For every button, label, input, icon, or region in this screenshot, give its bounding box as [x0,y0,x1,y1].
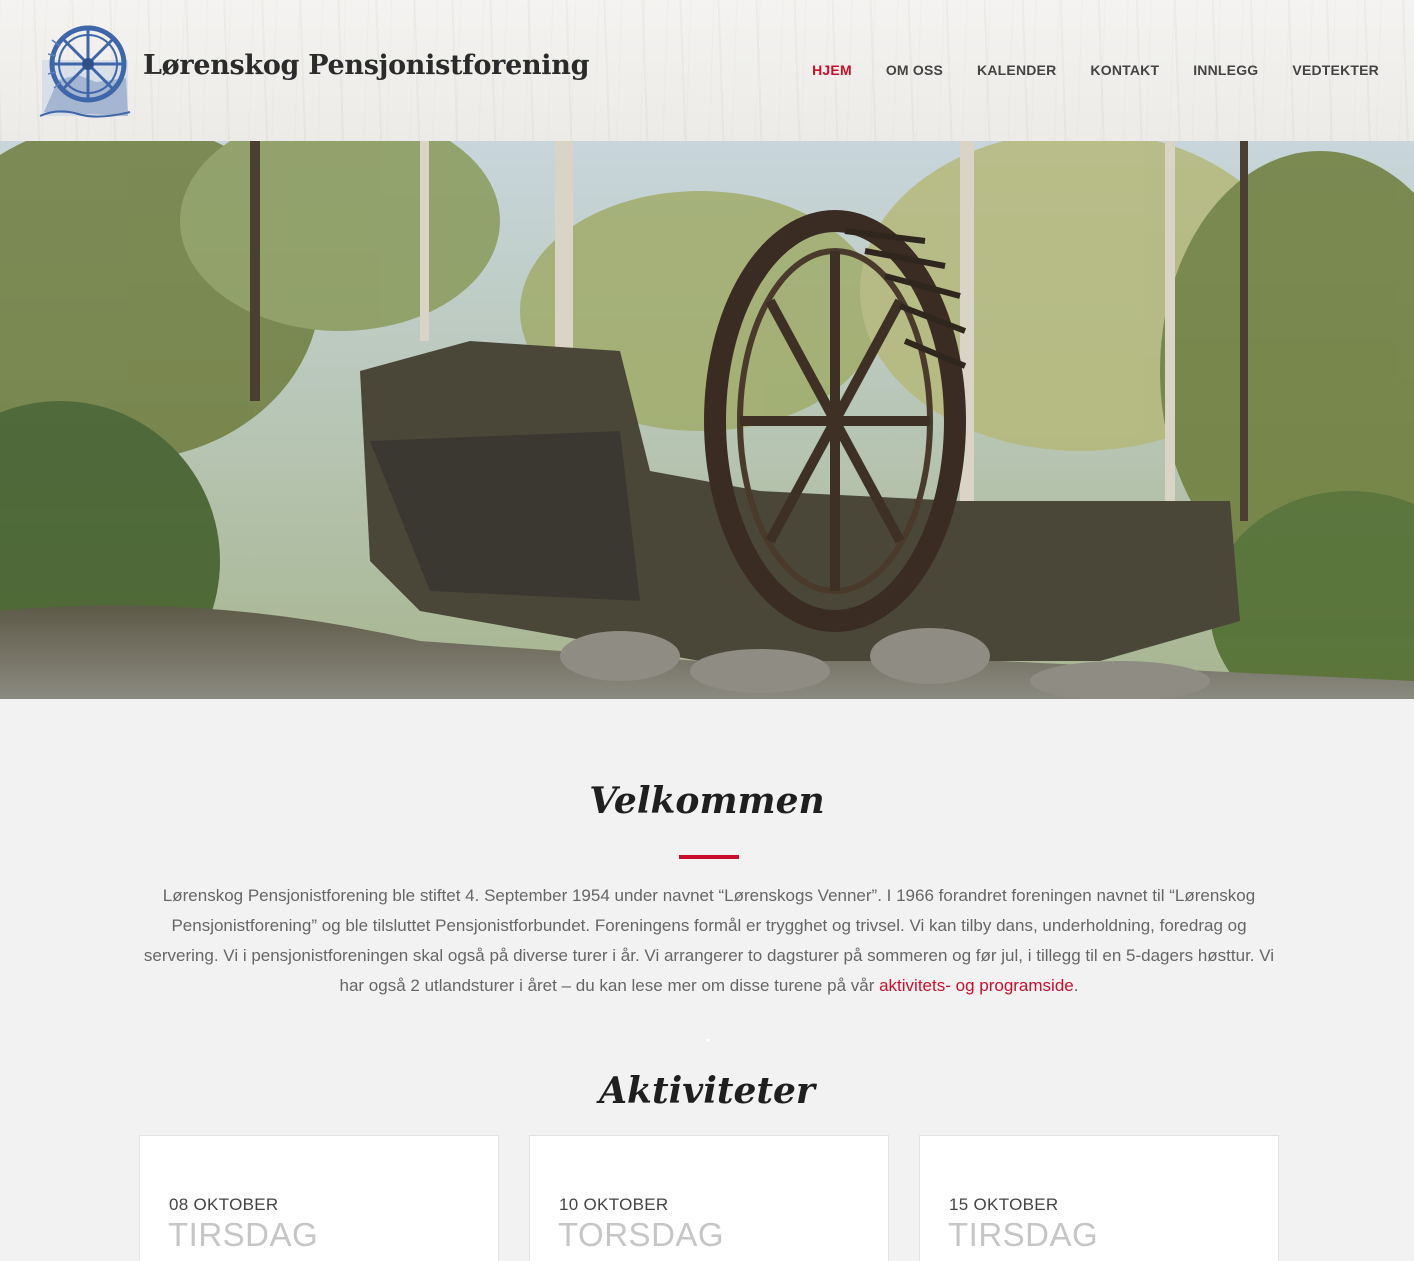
welcome-text-body: Lørenskog Pensjonistforening ble stiftet… [143,886,1275,995]
hero-image [0,141,1414,699]
activity-day: TORSDAG [558,1216,725,1253]
nav-item-om-oss[interactable]: OM OSS [886,62,943,78]
nav-item-kontakt[interactable]: KONTAKT [1090,62,1159,78]
site-header: Lørenskog Pensjonistforening HJEM OM OSS… [0,0,1414,141]
main-nav: HJEM OM OSS KALENDER KONTAKT INNLEGG VED… [778,62,1379,78]
activity-date: 10 OKTOBER [559,1195,669,1214]
activity-card[interactable]: 15 OKTOBER TIRSDAG [919,1135,1279,1261]
activity-day: TIRSDAG [168,1216,319,1253]
water-wheel-logo-icon[interactable] [38,20,132,120]
activity-date: 15 OKTOBER [949,1195,1059,1214]
site-title[interactable]: Lørenskog Pensjonistforening [143,50,589,81]
nav-item-vedtekter[interactable]: VEDTEKTER [1292,62,1379,78]
activity-card[interactable]: 10 OKTOBER TORSDAG [529,1135,889,1261]
activity-date: 08 OKTOBER [169,1195,279,1214]
welcome-heading: Velkommen [589,780,825,822]
activities-heading: Aktiviteter [599,1070,815,1112]
heading-divider [679,855,739,859]
welcome-text-end: . [1073,976,1079,995]
separator-dot [706,1039,710,1042]
nav-item-innlegg[interactable]: INNLEGG [1193,62,1258,78]
water-wheel-photo [0,141,1414,699]
program-page-link[interactable]: aktivitets- og programside [879,976,1074,995]
activity-day: TIRSDAG [948,1216,1099,1253]
nav-item-kalender[interactable]: KALENDER [977,62,1056,78]
activity-card[interactable]: 08 OKTOBER TIRSDAG [139,1135,499,1261]
nav-item-hjem[interactable]: HJEM [812,62,852,78]
welcome-paragraph: Lørenskog Pensjonistforening ble stiftet… [139,881,1279,1001]
